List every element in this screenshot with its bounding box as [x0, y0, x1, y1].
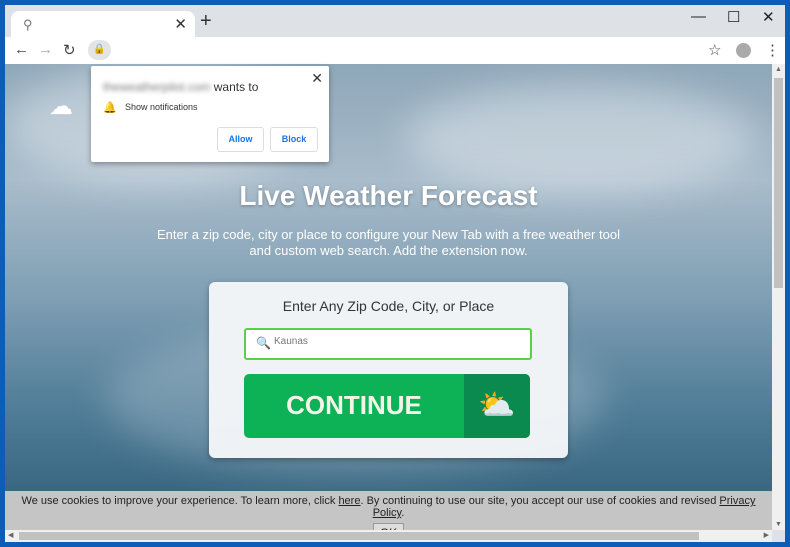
cookie-text: .	[401, 507, 405, 519]
browser-tab[interactable]: ⚲ ✕	[11, 11, 195, 38]
horizontal-scrollbar[interactable]: ◀ ▶	[5, 530, 772, 542]
cookie-text: We use cookies to improve your experienc…	[21, 495, 339, 507]
wants-to-text: wants to	[213, 80, 259, 94]
card-heading: Enter Any Zip Code, City, or Place	[282, 298, 495, 314]
menu-icon[interactable]: ⋮	[765, 41, 780, 59]
page-title: Live Weather Forecast	[239, 180, 538, 211]
minimize-button[interactable]: —	[691, 8, 706, 25]
tab-close-button[interactable]: ✕	[174, 15, 187, 33]
profile-avatar-icon[interactable]	[736, 43, 751, 58]
forward-icon[interactable]: →	[38, 41, 53, 58]
lock-icon[interactable]: 🔒	[88, 40, 111, 60]
maximize-button[interactable]: ☐	[727, 8, 740, 26]
continue-button[interactable]: CONTINUE ⛅	[244, 374, 530, 438]
continue-label: CONTINUE	[286, 390, 422, 420]
cloud-rain-logo-icon: ☁	[49, 93, 73, 120]
browser-window: ⚲ ✕ + — ☐ ✕ ← → ↻ 🔒 ☆ ⋮ ☁ Live Weather F…	[5, 5, 785, 542]
search-icon: 🔍	[256, 336, 271, 350]
site-domain: theweatherpilot.com	[103, 80, 211, 94]
cookie-banner: We use cookies to improve your experienc…	[5, 491, 772, 530]
reload-icon[interactable]: ↻	[63, 41, 76, 59]
cookie-ok-button[interactable]: OK	[372, 523, 405, 530]
sun-cloud-icon: ⛅	[464, 374, 530, 438]
bookmark-star-icon[interactable]: ☆	[708, 41, 721, 59]
bell-icon: 🔔	[103, 102, 117, 114]
back-icon[interactable]: ←	[14, 41, 29, 58]
notification-permission-popup: theweatherpilot.com wants to ✕ 🔔 Show no…	[91, 66, 329, 162]
location-search-field[interactable]: 🔍	[244, 328, 532, 360]
cookie-text: . By continuing to use our site, you acc…	[360, 495, 720, 507]
search-icon: ⚲	[23, 17, 33, 32]
window-close-button[interactable]: ✕	[762, 8, 775, 26]
toolbar: ← → ↻ 🔒 ☆ ⋮	[5, 37, 785, 64]
new-tab-button[interactable]: +	[200, 10, 212, 33]
block-button[interactable]: Block	[270, 127, 318, 152]
vertical-scrollbar[interactable]: ▲ ▼	[772, 64, 785, 530]
here-link[interactable]: here	[338, 495, 360, 507]
location-input[interactable]	[274, 336, 514, 347]
page-subtitle: Enter a zip code, city or place to confi…	[157, 227, 620, 258]
popup-close-button[interactable]: ✕	[311, 70, 323, 87]
permission-text: Show notifications	[125, 102, 198, 112]
allow-button[interactable]: Allow	[217, 127, 264, 152]
search-card: Enter Any Zip Code, City, or Place 🔍 CON…	[209, 282, 568, 458]
